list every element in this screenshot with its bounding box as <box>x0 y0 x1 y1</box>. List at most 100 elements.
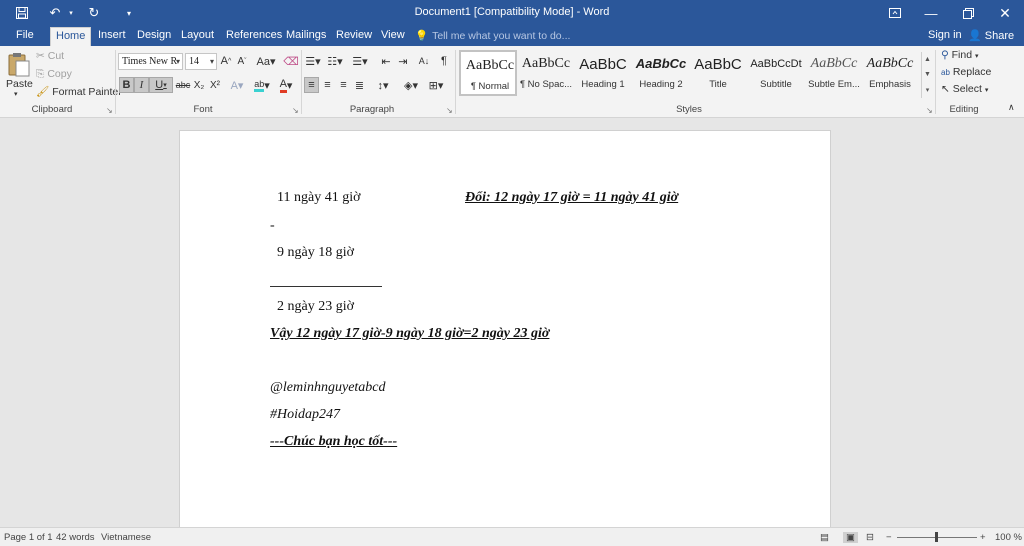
style-title[interactable]: AaBbC Title <box>689 50 747 96</box>
shrink-font-icon[interactable]: Aˇ <box>235 53 249 69</box>
copy-button[interactable]: ⎘ Copy <box>36 68 72 81</box>
find-label: Find <box>951 49 973 61</box>
align-left-icon[interactable]: ≡ <box>304 77 319 93</box>
style-subtitle[interactable]: AaBbCcDt Subtitle <box>747 50 805 96</box>
page-count[interactable]: Page 1 of 1 <box>4 532 53 543</box>
pilcrow-icon[interactable]: ¶ <box>437 53 451 69</box>
document-area: 11 ngày 41 giờ Đổi: 12 ngày 17 giờ = 11 … <box>0 118 1024 530</box>
tab-home[interactable]: Home <box>50 27 92 46</box>
clipboard-launcher-icon[interactable]: ↘ <box>106 106 113 115</box>
paste-button[interactable]: Paste <box>6 78 33 90</box>
zoom-level[interactable]: 100 % <box>995 532 1022 543</box>
justify-icon[interactable]: ≣ <box>352 77 367 93</box>
collapse-ribbon-icon[interactable]: ∧ <box>1008 102 1015 113</box>
sort-icon[interactable]: A↓ <box>416 53 432 69</box>
bold-button[interactable]: B <box>119 77 134 93</box>
grow-font-icon[interactable]: A ^ <box>219 53 233 69</box>
title-bar: ↶ ▾ ↻ ▾ Document1 [Compatibility Mode] -… <box>0 0 1024 26</box>
style-sample: AaBbCc <box>866 56 914 71</box>
ribbon-display-icon[interactable] <box>877 0 913 26</box>
select-button[interactable]: ↖ Select ▾ <box>941 83 988 95</box>
cut-button[interactable]: ✂ Cut <box>36 50 64 62</box>
tell-me-search[interactable]: 💡 Tell me what you want to do... <box>415 29 570 43</box>
editing-group-label: Editing <box>949 104 979 115</box>
scroll-down-icon[interactable]: ▼ <box>922 67 933 82</box>
web-layout-icon[interactable]: ⊟ <box>866 532 874 543</box>
font-group-label: Font <box>193 104 213 115</box>
style-heading-2[interactable]: AaBbCc Heading 2 <box>632 50 690 96</box>
superscript-button[interactable]: X² <box>208 77 222 93</box>
minimize-icon[interactable]: — <box>913 0 949 26</box>
tab-layout[interactable]: Layout <box>176 27 219 46</box>
style-subtle-emphasis[interactable]: AaBbCc Subtle Em... <box>805 50 863 96</box>
style-no-spacing[interactable]: AaBbCc ¶ No Spac... <box>517 50 575 96</box>
tab-design[interactable]: Design <box>132 27 176 46</box>
font-size-value: 14 <box>189 56 199 67</box>
change-case-icon[interactable]: Aa▾ <box>255 53 277 69</box>
highlight-icon[interactable]: ab ▾ <box>250 77 274 93</box>
sign-in-link[interactable]: Sign in <box>928 29 962 41</box>
tab-file[interactable]: File <box>11 27 39 46</box>
style-name: ¶ No Spac... <box>519 79 573 90</box>
numbering-icon[interactable]: ☷▾ <box>325 53 345 69</box>
lightbulb-icon: 💡 <box>415 30 429 42</box>
more-styles-icon[interactable]: ▾ <box>922 82 933 97</box>
style-normal[interactable]: AaBbCc ¶ Normal <box>459 50 517 96</box>
word-count[interactable]: 42 words <box>56 532 95 543</box>
close-icon[interactable]: ✕ <box>987 0 1023 26</box>
document-page[interactable]: 11 ngày 41 giờ Đổi: 12 ngày 17 giờ = 11 … <box>179 130 831 530</box>
borders-icon[interactable]: ⊞▾ <box>425 77 447 93</box>
font-name-box[interactable]: Times New R ▾ <box>118 53 183 70</box>
tab-view[interactable]: View <box>376 27 410 46</box>
copy-icon: ⎘ <box>36 68 45 80</box>
styles-launcher-icon[interactable]: ↘ <box>926 106 933 115</box>
style-name: Subtle Em... <box>808 79 860 90</box>
share-button[interactable]: 👤 Share <box>968 29 1014 42</box>
zoom-out-icon[interactable]: − <box>886 532 892 543</box>
align-right-icon[interactable]: ≡ <box>336 77 351 93</box>
doc-closing: ---Chúc bạn học tốt--- <box>270 434 398 449</box>
line-spacing-icon[interactable]: ↕▾ <box>372 77 394 93</box>
zoom-slider-thumb[interactable] <box>935 532 938 542</box>
bullets-icon[interactable]: ☰▾ <box>304 53 322 69</box>
restore-icon[interactable] <box>950 0 986 26</box>
text-effects-icon[interactable]: A▾ <box>228 77 246 93</box>
doc-line-11-days: 11 ngày 41 giờ <box>277 190 361 205</box>
tab-mailings[interactable]: Mailings <box>281 27 331 46</box>
separator <box>115 50 116 114</box>
chevron-down-icon: ▾ <box>209 57 214 66</box>
tab-review[interactable]: Review <box>331 27 377 46</box>
multilevel-list-icon[interactable]: ☰▾ <box>349 53 371 69</box>
print-layout-icon[interactable]: ▣ <box>843 532 858 543</box>
cursor-icon: ↖ <box>941 83 950 95</box>
paste-dropdown-icon[interactable]: ▾ <box>14 90 18 98</box>
style-emphasis[interactable]: AaBbCc Emphasis <box>861 50 919 96</box>
italic-button[interactable]: I <box>134 77 149 93</box>
paragraph-launcher-icon[interactable]: ↘ <box>446 106 453 115</box>
styles-gallery: AaBbCc ¶ Normal AaBbCc ¶ No Spac... AaBb… <box>459 50 919 98</box>
font-size-box[interactable]: 14 ▾ <box>185 53 217 70</box>
find-button[interactable]: ⚲ Find ▾ <box>941 49 979 61</box>
read-mode-icon[interactable]: ▤ <box>820 532 829 543</box>
underline-button[interactable]: U ▾ <box>149 77 173 93</box>
style-heading-1[interactable]: AaBbC Heading 1 <box>574 50 632 96</box>
paste-icon[interactable] <box>7 52 31 78</box>
decrease-indent-icon[interactable]: ⇤ <box>378 53 394 69</box>
increase-indent-icon[interactable]: ⇥ <box>395 53 411 69</box>
tab-references[interactable]: References <box>221 27 287 46</box>
style-sample: AaBbC <box>579 56 627 73</box>
replace-button[interactable]: ab Replace <box>941 66 991 78</box>
language-indicator[interactable]: Vietnamese <box>101 532 151 543</box>
shading-icon[interactable]: ◈▾ <box>400 77 422 93</box>
subscript-button[interactable]: X₂ <box>192 77 206 93</box>
strikethrough-button[interactable]: abc <box>175 77 191 93</box>
font-launcher-icon[interactable]: ↘ <box>292 106 299 115</box>
font-color-icon[interactable]: A ▾ <box>276 77 296 93</box>
format-painter-button[interactable]: 🖌 Format Painter <box>36 85 122 98</box>
align-center-icon[interactable]: ≡ <box>320 77 335 93</box>
clear-formatting-icon[interactable]: ⌫ <box>283 53 299 69</box>
style-sample: AaBbCc <box>635 56 687 71</box>
tab-insert[interactable]: Insert <box>93 27 131 46</box>
zoom-in-icon[interactable]: + <box>980 532 986 543</box>
scroll-up-icon[interactable]: ▲ <box>922 52 933 67</box>
